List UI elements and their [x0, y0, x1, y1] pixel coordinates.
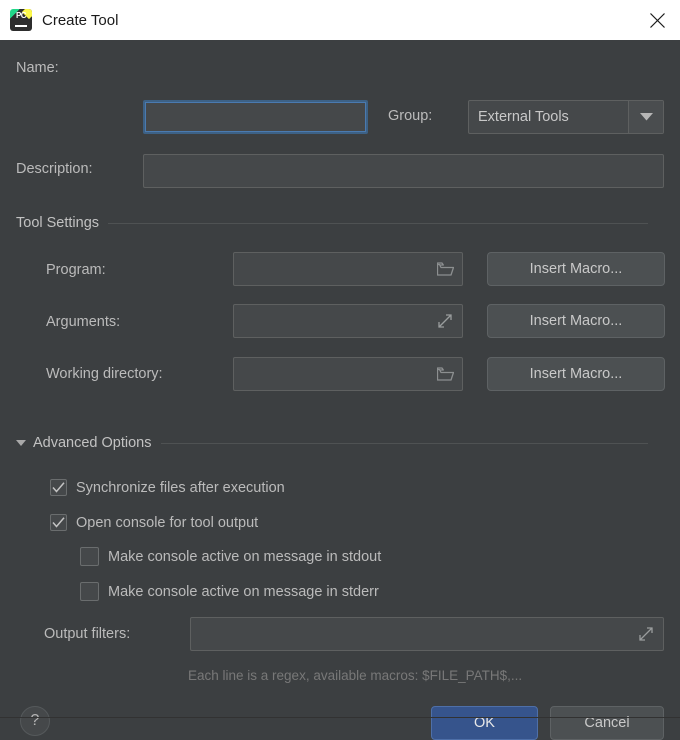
checkbox-label: Make console active on message in stderr: [108, 583, 379, 600]
help-label: ?: [30, 712, 40, 729]
window-title: Create Tool: [42, 11, 119, 29]
output-filters-hint: Each line is a regex, available macros: …: [188, 668, 523, 683]
advanced-options-title: Advanced Options: [33, 435, 152, 451]
triangle-down-icon[interactable]: [16, 440, 26, 446]
arguments-label: Arguments:: [46, 314, 121, 330]
description-label: Description:: [16, 161, 93, 177]
checkbox-label: Make console active on message in stdout: [108, 548, 382, 565]
group-value: External Tools: [478, 109, 569, 125]
checkbox-open-console[interactable]: Open console for tool output: [50, 514, 258, 531]
checkbox-console-active-stderr[interactable]: Make console active on message in stderr: [80, 582, 379, 601]
checkbox-box[interactable]: [80, 547, 99, 566]
chevron-down-icon[interactable]: [628, 101, 663, 133]
close-icon[interactable]: [634, 0, 680, 40]
checkbox-label: Open console for tool output: [76, 514, 259, 531]
section-divider: [108, 222, 648, 224]
pycharm-icon: [10, 9, 32, 31]
working-directory-input[interactable]: [233, 357, 463, 391]
program-input[interactable]: [233, 252, 463, 286]
checkbox-console-active-stdout[interactable]: Make console active on message in stdout: [80, 547, 381, 566]
ok-button[interactable]: OK: [431, 706, 538, 740]
arguments-label-wrap: Arguments:: [46, 314, 120, 330]
checkbox-box[interactable]: [80, 582, 99, 601]
checkbox-box[interactable]: [50, 479, 67, 496]
arguments-insert-macro-button[interactable]: Insert Macro...: [487, 304, 665, 338]
group-row: Group:: [388, 108, 432, 124]
working-directory-insert-macro-button[interactable]: Insert Macro...: [487, 357, 665, 391]
description-input[interactable]: [143, 154, 664, 188]
expand-icon[interactable]: [637, 625, 655, 643]
program-insert-macro-button[interactable]: Insert Macro...: [487, 252, 665, 286]
group-dropdown[interactable]: External Tools: [468, 100, 664, 134]
window-titlebar: Create Tool: [0, 0, 680, 40]
arguments-insert-macro-label: Insert Macro...: [529, 313, 623, 329]
cancel-button[interactable]: Cancel: [550, 706, 664, 740]
tool-settings-section-header: Tool Settings: [16, 215, 664, 231]
expand-icon[interactable]: [436, 312, 454, 330]
advanced-options-section-header[interactable]: Advanced Options: [16, 435, 664, 451]
name-row: Name:: [16, 60, 142, 76]
name-input[interactable]: [143, 100, 368, 134]
folder-icon[interactable]: [436, 260, 454, 278]
section-divider: [160, 442, 648, 444]
output-filters-input[interactable]: [190, 617, 664, 651]
name-label: Name:: [16, 60, 59, 76]
arguments-input[interactable]: [233, 304, 463, 338]
output-filters-label-wrap: Output filters:: [44, 626, 130, 642]
program-label-wrap: Program:: [46, 262, 106, 278]
checkbox-box[interactable]: [50, 514, 67, 531]
output-filters-label: Output filters:: [44, 626, 131, 642]
description-row: Description:: [16, 161, 93, 177]
program-insert-macro-label: Insert Macro...: [529, 261, 623, 277]
folder-icon[interactable]: [436, 365, 454, 383]
program-label: Program:: [46, 262, 106, 278]
create-tool-dialog: Name: Group: External Tools Description:…: [0, 40, 680, 740]
working-directory-insert-macro-label: Insert Macro...: [529, 366, 623, 382]
working-directory-label: Working directory:: [46, 366, 163, 382]
checkbox-synchronize-files[interactable]: Synchronize files after execution: [50, 479, 285, 496]
working-directory-label-wrap: Working directory:: [46, 366, 163, 382]
tool-settings-title: Tool Settings: [16, 215, 100, 231]
help-button[interactable]: ?: [20, 706, 50, 736]
group-label: Group:: [388, 108, 433, 124]
checkbox-label: Synchronize files after execution: [76, 479, 285, 496]
